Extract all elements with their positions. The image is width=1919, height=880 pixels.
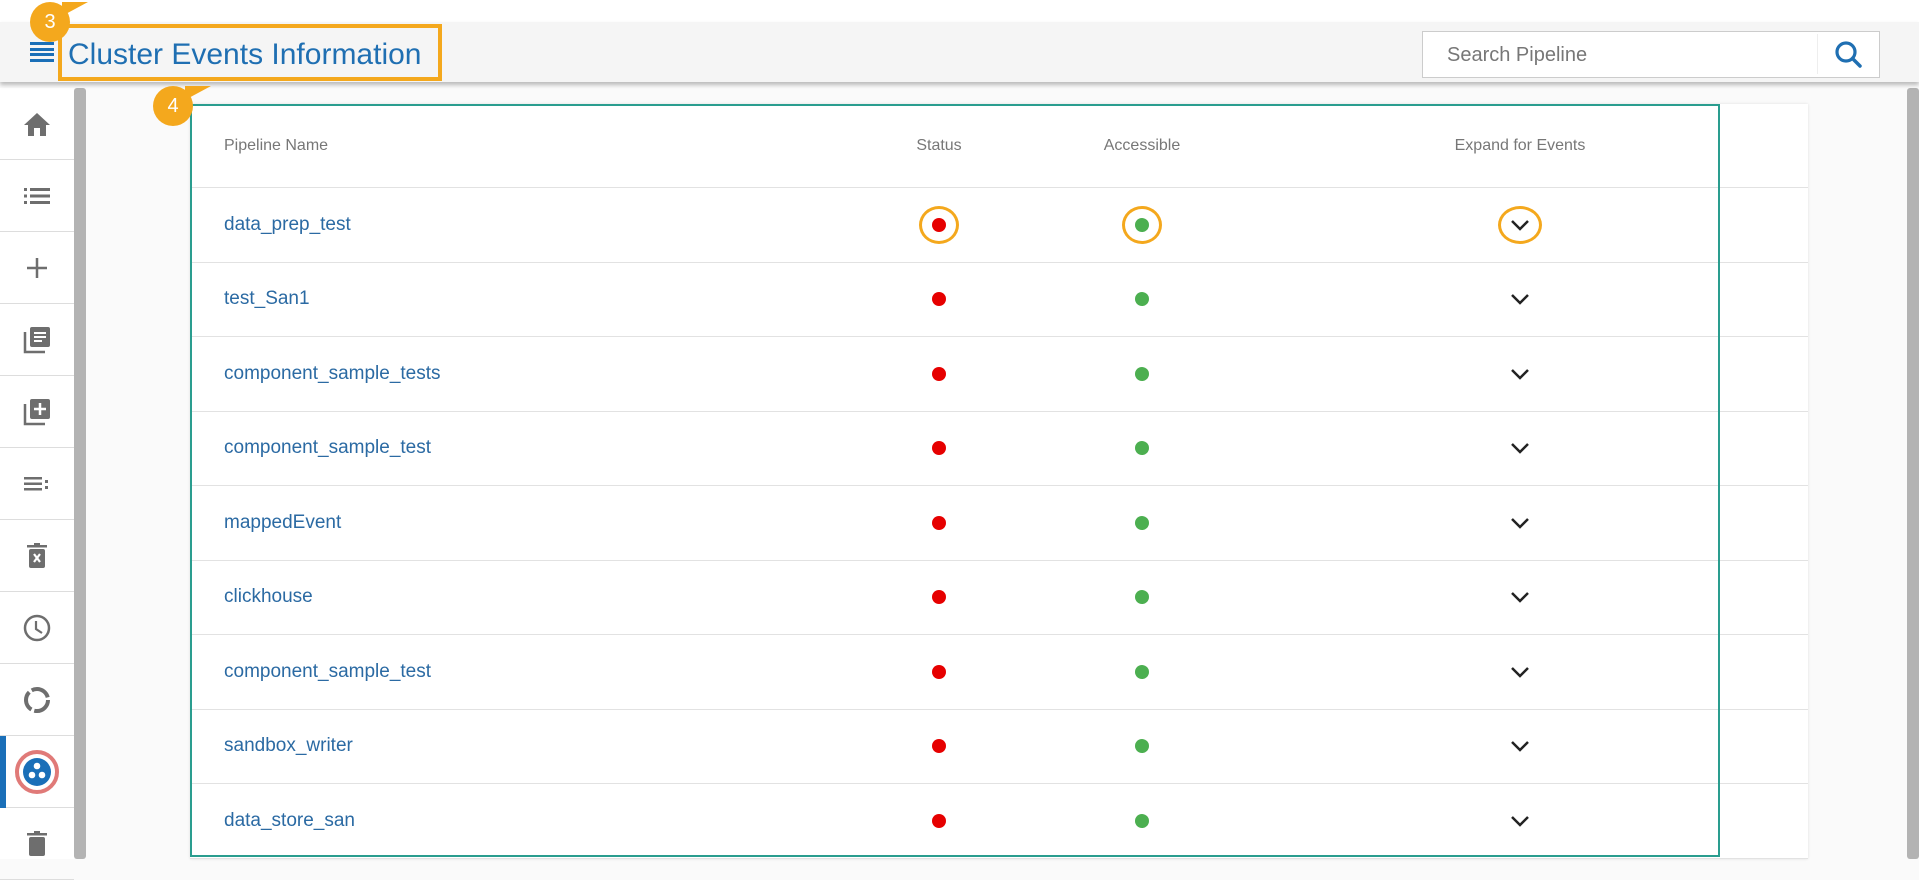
table-row: data_prep_test bbox=[190, 188, 1808, 263]
pipeline-name-link[interactable]: mappedEvent bbox=[224, 486, 341, 560]
table-row: component_sample_test bbox=[190, 412, 1808, 486]
donut-icon bbox=[24, 686, 50, 713]
sidebar-item-cluster[interactable] bbox=[0, 736, 74, 808]
annotation-badge-4: 4 bbox=[153, 86, 211, 126]
sidebar-item-trash[interactable] bbox=[0, 808, 74, 880]
status-indicator bbox=[932, 561, 946, 635]
chevron-down-icon bbox=[1511, 592, 1529, 604]
accessible-indicator bbox=[1135, 337, 1149, 411]
chevron-down-icon bbox=[1511, 741, 1529, 753]
status-indicator bbox=[932, 412, 946, 486]
sidebar-item-donut[interactable] bbox=[0, 664, 74, 736]
hamburger-menu-icon[interactable] bbox=[30, 42, 54, 62]
accessible-indicator bbox=[1135, 561, 1149, 635]
pipeline-name-link[interactable]: clickhouse bbox=[224, 561, 313, 635]
library-add-icon bbox=[23, 398, 50, 425]
status-indicator bbox=[932, 635, 946, 709]
annotation-highlight-ring bbox=[919, 206, 959, 244]
pipeline-name-link[interactable]: component_sample_tests bbox=[224, 337, 441, 411]
expand-events-button[interactable] bbox=[1510, 635, 1530, 709]
table-row: test_San1 bbox=[190, 263, 1808, 337]
sidebar-scrollbar[interactable] bbox=[74, 88, 86, 859]
sidebar bbox=[0, 88, 74, 880]
col-accessible: Accessible bbox=[1103, 136, 1181, 154]
table-header: Pipeline Name Status Accessible Expand f… bbox=[190, 104, 1808, 188]
list-icon bbox=[24, 187, 50, 204]
col-expand: Expand for Events bbox=[1454, 136, 1586, 154]
search-icon bbox=[1835, 41, 1862, 68]
expand-events-button[interactable] bbox=[1510, 561, 1530, 635]
top-strip bbox=[0, 0, 1919, 22]
annotation-highlight-title bbox=[58, 24, 442, 81]
sidebar-item-add[interactable] bbox=[0, 232, 74, 304]
col-status: Status bbox=[916, 136, 962, 154]
sidebar-item-library-add[interactable] bbox=[0, 376, 74, 448]
search-button[interactable] bbox=[1817, 34, 1879, 74]
chevron-down-icon bbox=[1511, 368, 1529, 380]
search-pipeline-input[interactable]: Search Pipeline bbox=[1422, 31, 1880, 78]
accessible-indicator bbox=[1135, 412, 1149, 486]
col-pipeline-name: Pipeline Name bbox=[224, 136, 329, 154]
sidebar-item-playlist[interactable] bbox=[0, 448, 74, 520]
annotation-badge-3: 3 bbox=[30, 2, 88, 42]
pipeline-name-link[interactable]: data_store_san bbox=[224, 784, 355, 858]
chevron-down-icon bbox=[1511, 294, 1529, 306]
pipeline-name-link[interactable]: component_sample_test bbox=[224, 635, 431, 709]
pipeline-name-link[interactable]: component_sample_test bbox=[224, 412, 431, 486]
table-row: component_sample_test bbox=[190, 635, 1808, 710]
accessible-indicator bbox=[1135, 263, 1149, 337]
expand-events-button[interactable] bbox=[1510, 412, 1530, 486]
accessible-indicator bbox=[1135, 486, 1149, 560]
table-row: component_sample_tests bbox=[190, 337, 1808, 412]
chevron-down-icon bbox=[1511, 517, 1529, 529]
status-indicator bbox=[932, 337, 946, 411]
status-indicator bbox=[932, 784, 946, 858]
pipeline-events-table: Pipeline Name Status Accessible Expand f… bbox=[190, 104, 1808, 859]
accessible-indicator bbox=[1135, 635, 1149, 709]
table-row: clickhouse bbox=[190, 561, 1808, 635]
chevron-down-icon bbox=[1511, 666, 1529, 678]
table-row: mappedEvent bbox=[190, 486, 1808, 561]
expand-events-button[interactable] bbox=[1510, 337, 1530, 411]
pipeline-name-link[interactable]: data_prep_test bbox=[224, 188, 351, 262]
status-indicator bbox=[932, 486, 946, 560]
delete-x-icon bbox=[27, 542, 47, 568]
playlist-icon bbox=[24, 476, 48, 490]
trash-icon bbox=[27, 830, 47, 856]
chevron-down-icon bbox=[1511, 443, 1529, 455]
expand-events-button[interactable] bbox=[1510, 784, 1530, 858]
accessible-indicator bbox=[1135, 710, 1149, 784]
sidebar-item-list[interactable] bbox=[0, 160, 74, 232]
search-placeholder: Search Pipeline bbox=[1447, 44, 1588, 66]
expand-events-button[interactable] bbox=[1510, 710, 1530, 784]
accessible-indicator bbox=[1135, 784, 1149, 858]
cluster-icon bbox=[15, 749, 59, 794]
table-row: sandbox_writer bbox=[190, 710, 1808, 784]
add-icon bbox=[27, 257, 47, 278]
clock-icon bbox=[23, 614, 51, 641]
library-icon bbox=[23, 326, 50, 353]
annotation-highlight-ring bbox=[1498, 206, 1542, 244]
status-indicator bbox=[932, 710, 946, 784]
home-icon bbox=[24, 112, 50, 136]
page-scrollbar[interactable] bbox=[1907, 88, 1919, 859]
expand-events-button[interactable] bbox=[1510, 486, 1530, 560]
sidebar-item-home[interactable] bbox=[0, 88, 74, 160]
annotation-highlight-ring bbox=[1122, 206, 1162, 244]
sidebar-item-delete-x[interactable] bbox=[0, 520, 74, 592]
pipeline-name-link[interactable]: sandbox_writer bbox=[224, 710, 353, 784]
expand-events-button[interactable] bbox=[1510, 263, 1530, 337]
chevron-down-icon bbox=[1511, 815, 1529, 827]
sidebar-item-clock[interactable] bbox=[0, 592, 74, 664]
table-row: data_store_san bbox=[190, 784, 1808, 859]
sidebar-item-library[interactable] bbox=[0, 304, 74, 376]
status-indicator bbox=[932, 263, 946, 337]
pipeline-name-link[interactable]: test_San1 bbox=[224, 263, 310, 337]
